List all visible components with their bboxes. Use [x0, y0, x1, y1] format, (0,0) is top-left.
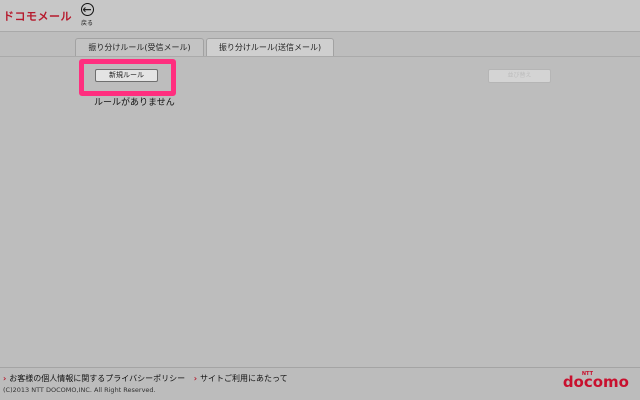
- docomo-mail-logo: ドコモメール: [3, 10, 72, 23]
- chevron-right-icon: ›: [3, 374, 7, 383]
- privacy-policy-link[interactable]: お客様の個人情報に関するプライバシーポリシー: [9, 374, 185, 383]
- reorder-button: 並び替え: [488, 69, 551, 83]
- tab-divider: [0, 56, 640, 57]
- tab-sent-mail-rules[interactable]: 振り分けルール(送信メール): [206, 38, 334, 56]
- footer: › お客様の個人情報に関するプライバシーポリシー › サイトご利用にあたって (C)…: [0, 367, 640, 400]
- back-button[interactable]: ← 戻る: [76, 3, 98, 27]
- site-terms-link[interactable]: サイトご利用にあたって: [200, 374, 288, 383]
- copyright-text: (C)2013 NTT DOCOMO,INC. All Right Reserv…: [3, 386, 156, 394]
- back-arrow-icon: ←: [80, 3, 94, 16]
- chevron-right-icon: ›: [193, 374, 197, 383]
- footer-links: › お客様の個人情報に関するプライバシーポリシー › サイトご利用にあたって: [3, 373, 294, 384]
- tab-received-mail-rules[interactable]: 振り分けルール(受信メール): [75, 38, 204, 57]
- new-rule-button[interactable]: 新規ルール: [95, 69, 158, 82]
- docomo-logo: docomo: [562, 373, 629, 391]
- back-label: 戻る: [80, 20, 93, 27]
- empty-state-message: ルールがありません: [94, 98, 175, 108]
- top-bar: ドコモメール ← 戻る: [0, 0, 640, 32]
